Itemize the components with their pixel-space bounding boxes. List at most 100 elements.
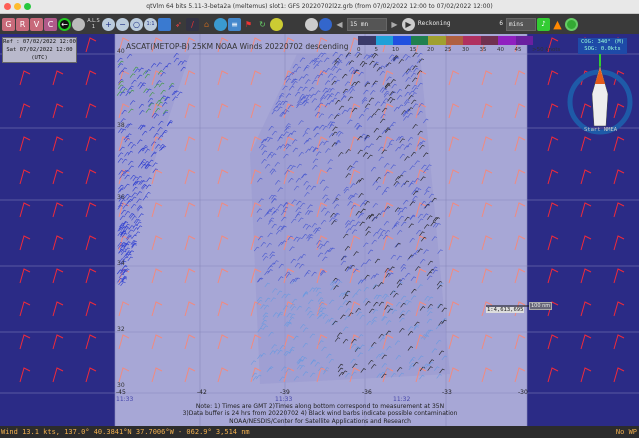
step-back-button[interactable]: ◀ [333, 18, 346, 31]
legend-swatch [498, 36, 516, 45]
wind-barb [184, 334, 196, 350]
wind-barb [52, 103, 64, 119]
grib-c-label: C [47, 19, 54, 29]
wind-barb [580, 268, 592, 284]
flag-icon[interactable]: ⚑ [242, 18, 255, 31]
wind-barb [85, 202, 97, 218]
wind-barb [118, 301, 130, 317]
refresh-icon[interactable]: ↻ [256, 18, 269, 31]
grib-r-button[interactable]: R [16, 17, 29, 31]
sync-icon[interactable] [319, 17, 332, 31]
wind-barb [481, 367, 493, 383]
boat-label[interactable]: Start NMEA [584, 127, 617, 133]
map-graphics [0, 34, 639, 426]
gauge-icon[interactable] [72, 17, 85, 31]
minimize-window-button[interactable] [14, 3, 21, 10]
duration-stepper[interactable]: 6 [475, 17, 505, 31]
scatterometer-barb [419, 374, 425, 380]
wind-barb [613, 169, 625, 185]
wind-barb [448, 334, 460, 350]
select-area-icon[interactable] [158, 17, 171, 31]
legend-swatch [375, 36, 393, 45]
wind-barb [184, 103, 196, 119]
compass-icon[interactable]: ➶ [172, 18, 185, 31]
legend-swatch [515, 36, 533, 45]
wind-barb [613, 136, 625, 152]
wind-barb [19, 334, 31, 350]
note-line: Note: 1) Times are GMT 2)Times along bot… [195, 403, 445, 410]
duration-unit-select[interactable]: mins [506, 17, 536, 31]
home-icon[interactable]: ⌂ [200, 18, 213, 31]
wind-barb [184, 202, 196, 218]
boat-info: COG: 340° (M) SOG: 0.0kts [578, 38, 628, 54]
wind-barb [547, 367, 559, 383]
legend-tick: 30 [462, 47, 469, 53]
wind-barb [613, 235, 625, 251]
close-window-button[interactable] [4, 3, 11, 10]
step-select[interactable]: 15 mn [347, 17, 387, 31]
layers-icon[interactable]: ≡ [228, 17, 241, 31]
wind-barb [613, 334, 625, 350]
step-forward-button[interactable]: ▶ [388, 18, 401, 31]
lat-label: 30 [117, 382, 125, 389]
legend-swatch [445, 36, 463, 45]
wind-barb [481, 136, 493, 152]
legend-swatch [428, 36, 446, 45]
wind-barb [580, 367, 592, 383]
legend-swatch [463, 36, 481, 45]
zoom-reset-icon[interactable]: 1:1 [144, 17, 157, 31]
time-label: 11:33 [116, 396, 134, 403]
wind-barb [217, 235, 229, 251]
wind-barb [118, 334, 130, 350]
wind-barb [52, 301, 64, 317]
wind-barb [217, 334, 229, 350]
target-icon[interactable] [565, 17, 578, 31]
zoom-out-icon[interactable]: − [116, 17, 129, 31]
note-line: NOAA/NESDIS/Center for Satellite Applica… [229, 417, 411, 425]
wind-barb [85, 103, 97, 119]
no-boat-icon[interactable]: ∕ [186, 17, 199, 31]
mode-select[interactable]: Reckoning [416, 17, 474, 31]
grib-v-button[interactable]: V [30, 17, 43, 31]
warning-icon[interactable]: ▲ [551, 18, 564, 31]
overlay-title: ASCAT(METOP-B) 25KM NOAA Winds 20220702 … [126, 42, 349, 51]
time-label: 11:33 [275, 396, 293, 403]
lat-label: 32 [117, 326, 125, 333]
lon-label: -39 [280, 389, 290, 396]
grib-g-button[interactable]: G [2, 17, 15, 31]
weather-icon[interactable] [270, 17, 283, 31]
legend-tick: >50 knots [532, 47, 561, 53]
alarm-bell-icon[interactable]: ♪ [537, 17, 550, 31]
zoom-window-button[interactable] [24, 3, 31, 10]
wind-barb [514, 70, 526, 86]
wind-barb [547, 235, 559, 251]
grib-c-button[interactable]: C [44, 17, 57, 31]
lat-label: 40 [117, 48, 125, 55]
wind-barb [547, 70, 559, 86]
wind-barb [151, 202, 163, 218]
navigation-icon[interactable]: ← [58, 17, 71, 31]
zoom-fit-icon[interactable]: ○ [130, 17, 143, 31]
grib-r-label: R [19, 19, 26, 29]
wind-barb [613, 301, 625, 317]
map-view[interactable]: Ref : 07/02/2022 12:00 Sat 07/02/2022 12… [0, 34, 639, 426]
als-button[interactable]: A.L.S 1 [86, 18, 101, 31]
wind-barb [52, 202, 64, 218]
globe-icon[interactable] [214, 17, 227, 31]
wind-barb [481, 202, 493, 218]
ref-date: Ref : 07/02/2022 12:00 [3, 39, 76, 45]
legend-tick: 25 [444, 47, 452, 53]
reference-date-box: Ref : 07/02/2022 12:00 Sat 07/02/2022 12… [2, 37, 77, 63]
map-scale: 1:4,613,695 [486, 307, 525, 313]
grib-g-label: G [5, 19, 12, 29]
zoom-in-icon[interactable]: + [102, 17, 115, 31]
wind-barb [613, 103, 625, 119]
title-bar: qtVlm 64 bits 5.11-3-beta2a (meltemus) s… [0, 0, 639, 14]
legend-swatch [410, 36, 428, 45]
play-button[interactable]: ▶ [402, 17, 415, 31]
cog-value: COG: 340° (M) [581, 39, 625, 45]
clock-icon[interactable] [305, 17, 318, 31]
lon-label: -36 [362, 389, 372, 396]
wind-barb [448, 103, 460, 119]
wind-barb [580, 169, 592, 185]
